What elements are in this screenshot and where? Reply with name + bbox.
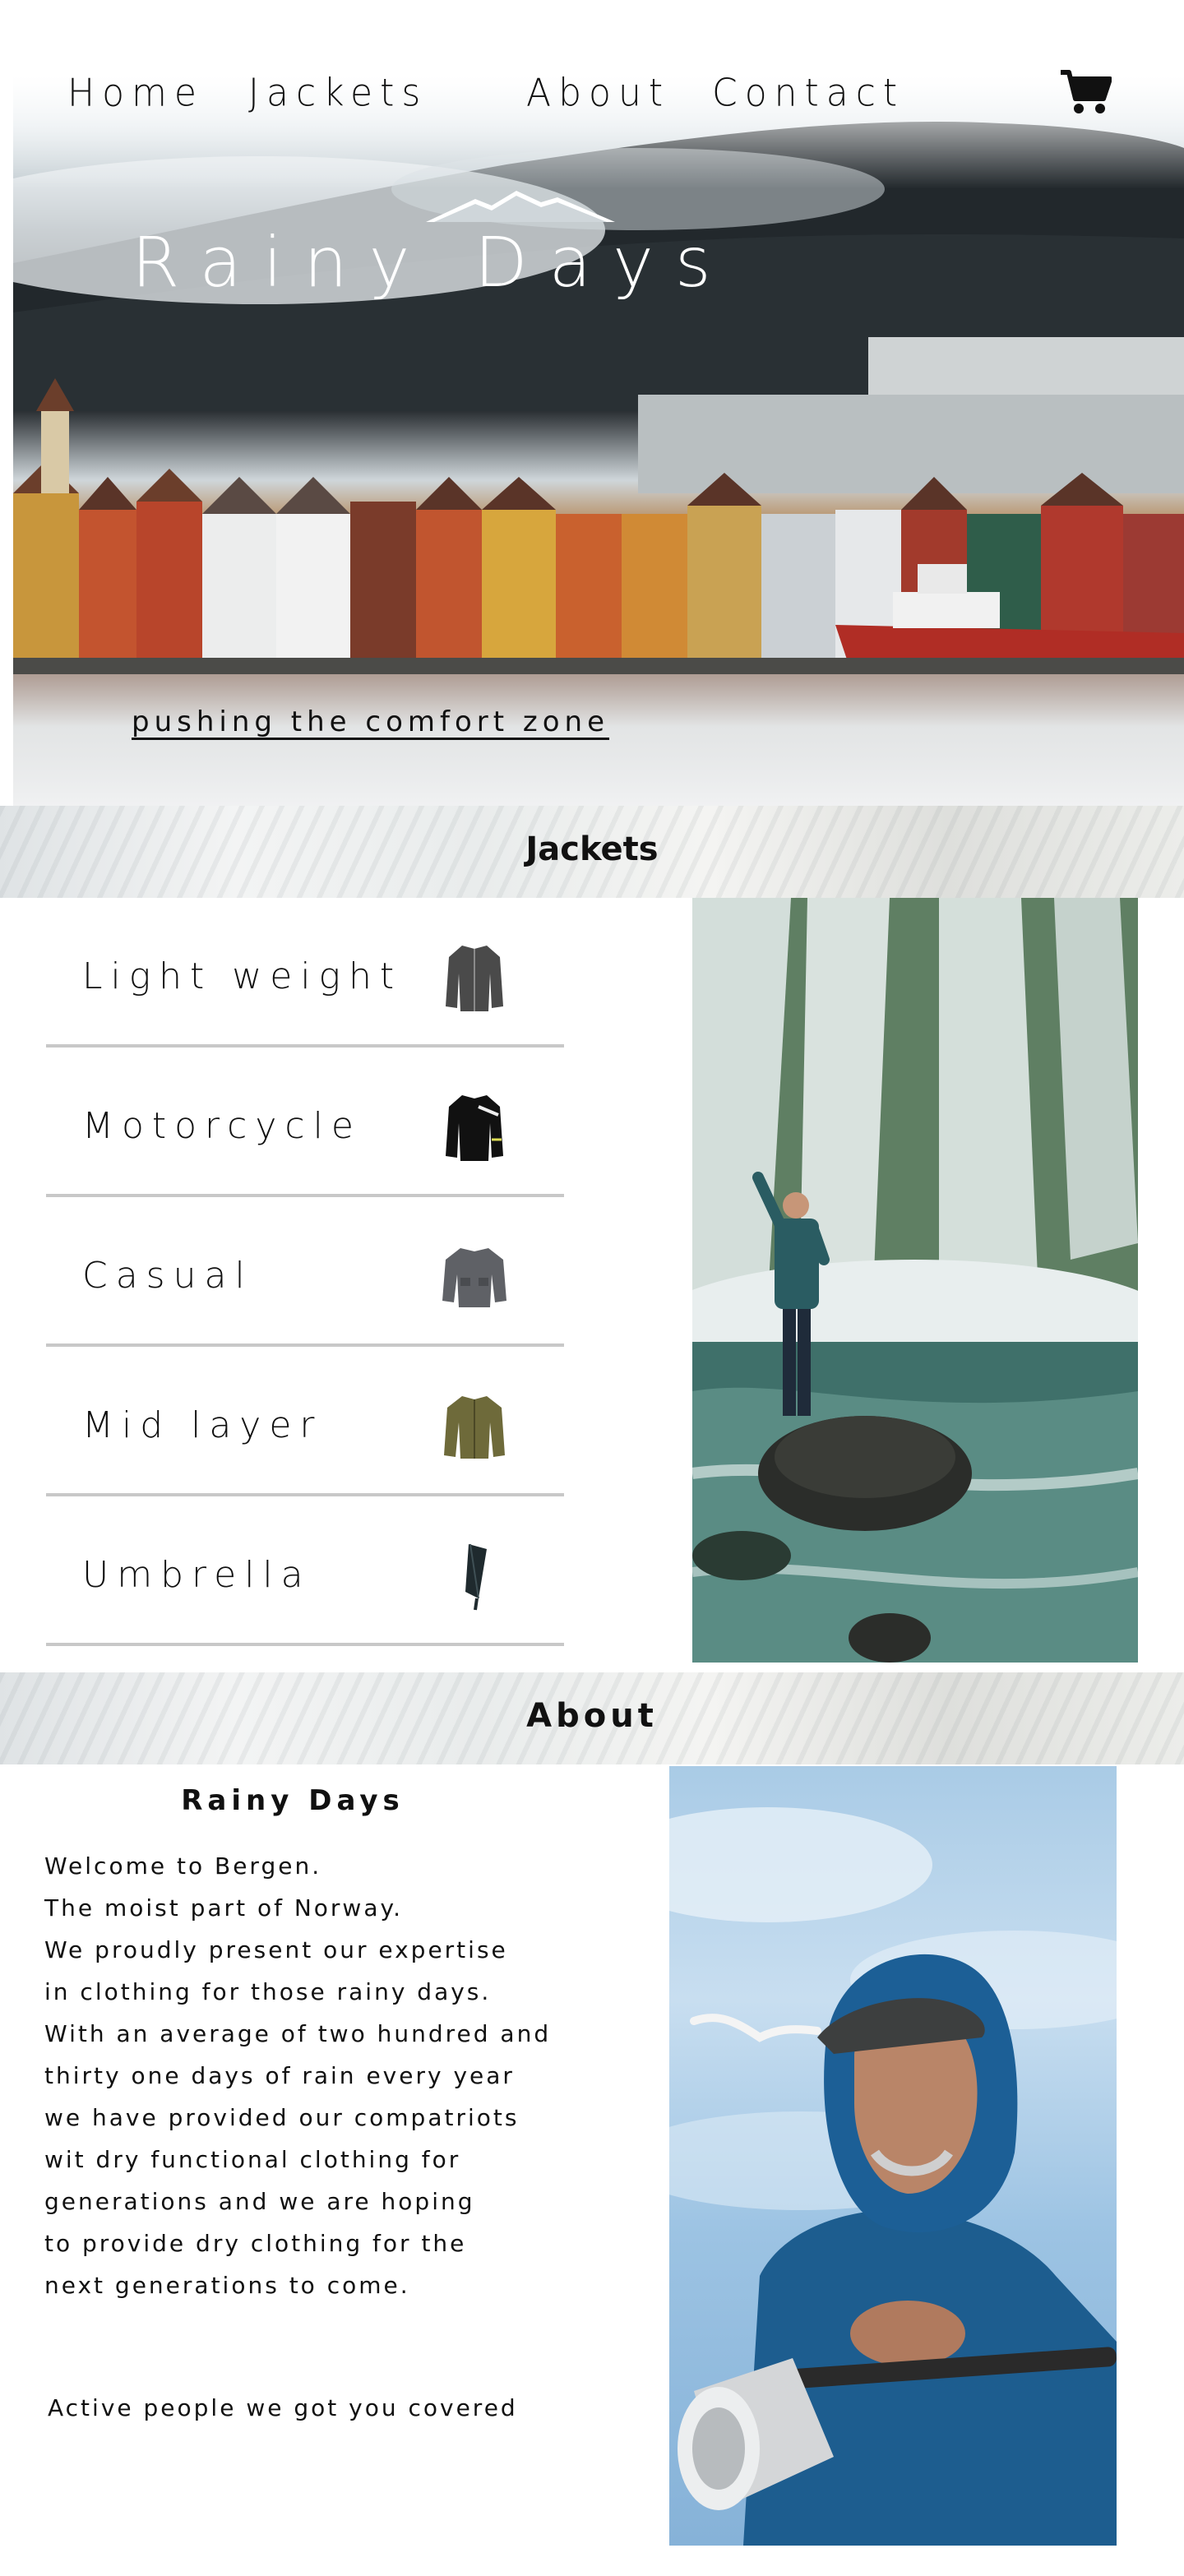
about-text-line: We proudly present our expertise <box>44 1936 508 1963</box>
mid-layer-jacket-icon <box>444 1396 505 1459</box>
about-closing-text: Active people we got you covered <box>48 2394 518 2421</box>
jackets-section-title: Jackets <box>525 830 659 868</box>
about-text-line: next generations to come. <box>44 2272 410 2299</box>
jacket-category-casual[interactable]: Casual <box>46 1197 564 1347</box>
about-text-line: generations and we are hoping <box>44 2188 475 2215</box>
light-jacket-icon <box>446 946 503 1011</box>
nav-home-link[interactable]: Home <box>67 72 204 116</box>
about-description: Welcome to Bergen. The moist part of Nor… <box>44 1845 620 2306</box>
about-text-line: to provide dry clothing for the <box>44 2230 467 2257</box>
about-heading: Rainy Days <box>181 1784 405 1817</box>
shopping-cart-icon[interactable] <box>1059 69 1112 115</box>
fisherman-image <box>669 1766 1117 2546</box>
jacket-category-label: Mid layer <box>82 1404 323 1446</box>
jackets-section-banner: Jackets <box>0 806 1184 898</box>
umbrella-icon <box>465 1543 487 1611</box>
about-text-line: wit dry functional clothing for <box>44 2146 461 2173</box>
motorcycle-jacket-icon <box>446 1095 503 1161</box>
tagline-link[interactable]: pushing the comfort zone <box>132 705 609 738</box>
logo-mountain-icon <box>426 191 615 222</box>
jacket-category-motorcycle[interactable]: Motorcycle <box>46 1048 564 1197</box>
brand-logo-text: Rainy Days <box>132 222 733 303</box>
jacket-category-label: Light weight <box>82 955 403 997</box>
jacket-category-label: Umbrella <box>82 1554 312 1596</box>
about-text-line: thirty one days of rain every year <box>44 2062 515 2089</box>
jacket-category-list: Light weight Motorcycle Casual Mid layer… <box>46 898 564 1646</box>
jacket-category-label: Motorcycle <box>82 1105 362 1147</box>
about-text-line: we have provided our compatriots <box>44 2104 520 2131</box>
jacket-category-mid-layer[interactable]: Mid layer <box>46 1347 564 1496</box>
casual-jacket-icon <box>442 1248 506 1307</box>
about-section-title: About <box>526 1697 658 1735</box>
nav-jackets-link[interactable]: Jackets <box>248 72 428 116</box>
about-text-line: The moist part of Norway. <box>44 1894 403 1922</box>
nav-contact-link[interactable]: Contact <box>712 72 904 116</box>
jacket-category-label: Casual <box>82 1255 253 1297</box>
about-text-line: With an average of two hundred and <box>44 2020 552 2047</box>
about-text-line: Welcome to Bergen. <box>44 1852 322 1880</box>
jacket-category-umbrella[interactable]: Umbrella <box>46 1496 564 1646</box>
waterfall-hiker-image <box>692 898 1138 1663</box>
about-text-line: in clothing for those rainy days. <box>44 1978 492 2005</box>
about-section-banner: About <box>0 1672 1184 1764</box>
jacket-category-light-weight[interactable]: Light weight <box>46 898 564 1048</box>
nav-about-link[interactable]: About <box>526 72 670 116</box>
